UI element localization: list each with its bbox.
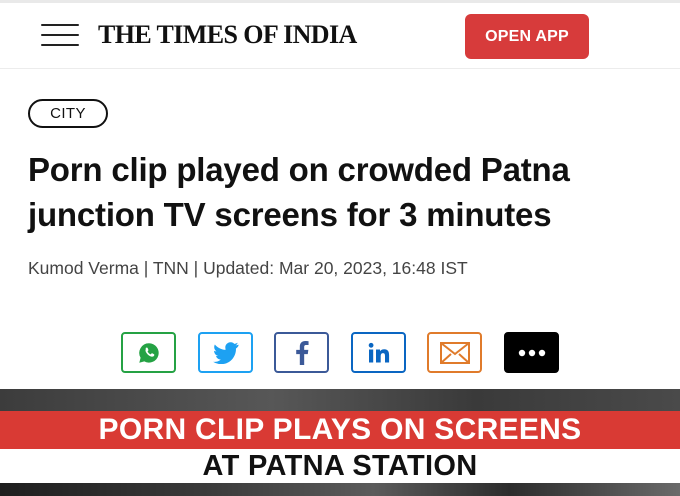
category-badge[interactable]: CITY	[28, 99, 108, 128]
open-app-button[interactable]: OPEN APP	[465, 14, 589, 59]
hamburger-menu-icon[interactable]	[41, 23, 81, 49]
share-email-button[interactable]	[427, 332, 482, 373]
site-logo[interactable]: THE TIMES OF INDIA	[98, 20, 357, 50]
hero-image[interactable]: PORN CLIP PLAYS ON SCREENS AT PATNA STAT…	[0, 389, 680, 496]
share-twitter-button[interactable]	[198, 332, 253, 373]
article-headline: Porn clip played on crowded Patna juncti…	[28, 151, 570, 233]
share-linkedin-button[interactable]	[351, 332, 406, 373]
hero-banner-line-1: PORN CLIP PLAYS ON SCREENS	[0, 411, 680, 449]
hero-image-background	[0, 389, 680, 411]
hero-banner-line-2: AT PATNA STATION	[0, 449, 680, 483]
twitter-icon	[212, 341, 238, 364]
hero-image-background-bottom	[0, 483, 680, 496]
share-facebook-button[interactable]	[274, 332, 329, 373]
facebook-icon	[295, 340, 309, 365]
share-whatsapp-button[interactable]	[121, 332, 176, 373]
article-byline: Kumod Verma | TNN | Updated: Mar 20, 202…	[28, 258, 468, 278]
email-icon	[439, 341, 470, 364]
share-more-button[interactable]	[504, 332, 559, 373]
linkedin-icon	[368, 342, 389, 362]
site-header: THE TIMES OF INDIA OPEN APP	[0, 3, 680, 69]
more-icon	[518, 349, 545, 356]
whatsapp-icon	[138, 342, 159, 363]
